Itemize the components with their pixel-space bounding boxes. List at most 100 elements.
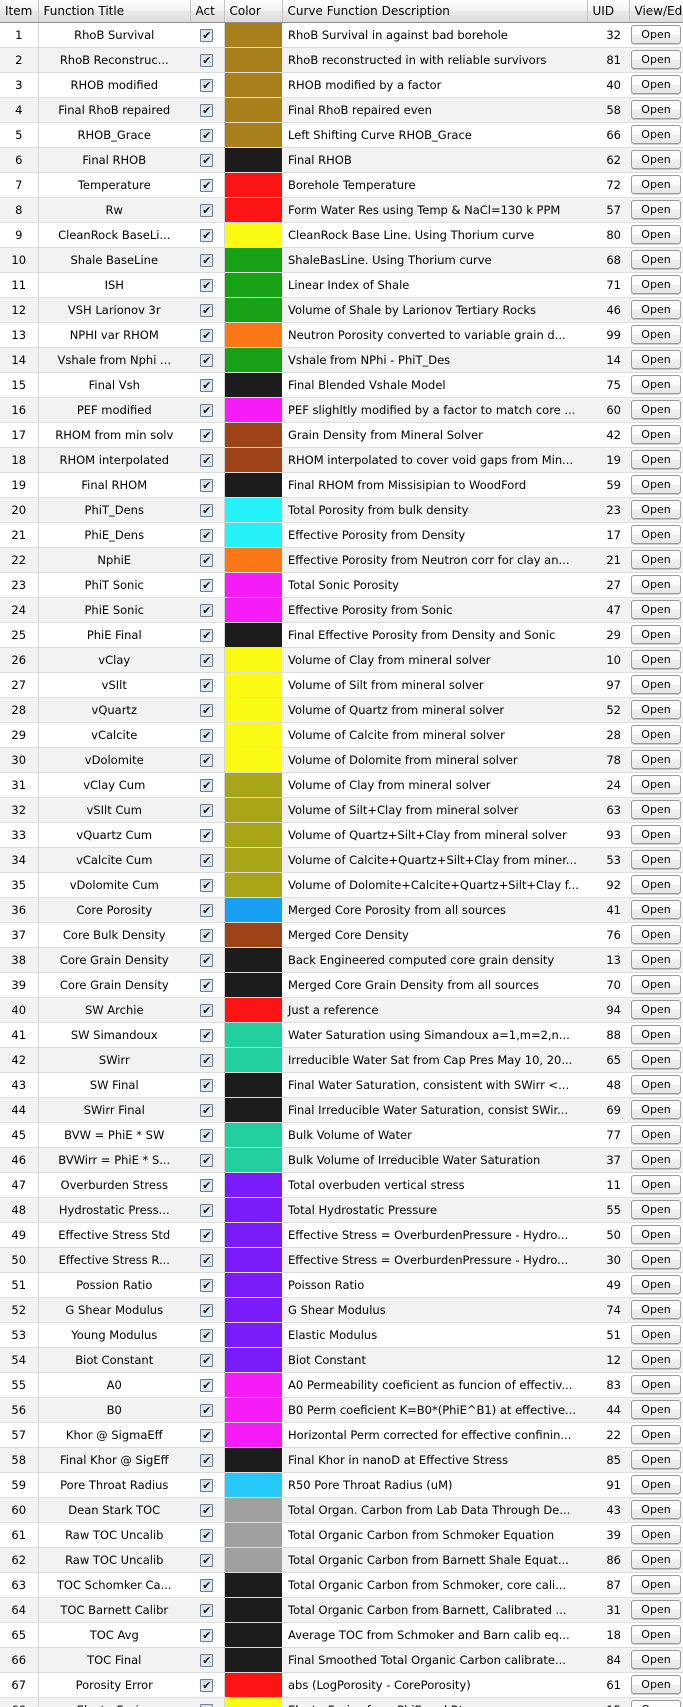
cell-color[interactable] (224, 1597, 282, 1623)
cell-color[interactable] (224, 1497, 282, 1523)
table-row[interactable]: 52G Shear ModulusG Shear Modulus74Open (0, 1297, 683, 1323)
color-swatch[interactable] (224, 822, 282, 846)
color-swatch[interactable] (224, 1272, 282, 1296)
cell-act[interactable] (190, 1672, 225, 1698)
cell-color[interactable] (224, 172, 282, 198)
color-swatch[interactable] (224, 147, 282, 171)
cell-color[interactable] (224, 722, 282, 748)
cell-act[interactable] (190, 222, 225, 248)
color-swatch[interactable] (224, 1097, 282, 1121)
table-row[interactable]: 63TOC Schomker Ca... Total Organic Carbon… (0, 1572, 683, 1598)
color-swatch[interactable] (224, 1447, 282, 1471)
color-swatch[interactable] (224, 372, 282, 396)
checkmark-icon[interactable] (200, 1103, 214, 1117)
cell-color[interactable] (224, 447, 282, 473)
cell-act[interactable] (190, 1247, 225, 1273)
cell-color[interactable] (224, 97, 282, 123)
color-swatch[interactable] (224, 847, 282, 871)
cell-color[interactable] (224, 22, 282, 48)
open-button[interactable]: Open (631, 300, 681, 319)
table-row[interactable]: 6Final RHOBFinal RHOB62Open (0, 147, 683, 173)
cell-act[interactable] (190, 1122, 225, 1148)
color-swatch[interactable] (224, 672, 282, 696)
cell-color[interactable] (224, 297, 282, 323)
checkmark-icon[interactable] (200, 53, 214, 67)
color-swatch[interactable] (224, 647, 282, 671)
table-row[interactable]: 50Effective Stress R... Effective Stress … (0, 1247, 683, 1273)
cell-act[interactable] (190, 1572, 225, 1598)
open-button[interactable]: Open (631, 1000, 681, 1019)
open-button[interactable]: Open (631, 975, 681, 994)
color-swatch[interactable] (224, 522, 282, 546)
open-button[interactable]: Open (631, 600, 681, 619)
checkmark-icon[interactable] (200, 1403, 214, 1417)
open-button[interactable]: Open (631, 1325, 681, 1344)
table-row[interactable]: 51Possion Ratio Poisson Ratio49Open (0, 1272, 683, 1298)
table-row[interactable]: 42SWirr Irreducible Water Sat from Cap Pr… (0, 1047, 683, 1073)
cell-color[interactable] (224, 222, 282, 248)
table-row[interactable]: 48Hydrostatic Press... Total Hydrostatic … (0, 1197, 683, 1223)
color-swatch[interactable] (224, 347, 282, 371)
color-swatch[interactable] (224, 1422, 282, 1446)
open-button[interactable]: Open (631, 1675, 681, 1694)
cell-act[interactable] (190, 997, 225, 1023)
color-swatch[interactable] (224, 1397, 282, 1421)
cell-color[interactable] (224, 347, 282, 373)
color-swatch[interactable] (224, 397, 282, 421)
open-button[interactable]: Open (631, 1650, 681, 1669)
cell-act[interactable] (190, 72, 225, 98)
checkmark-icon[interactable] (200, 78, 214, 92)
open-button[interactable]: Open (631, 1200, 681, 1219)
table-row[interactable]: 19Final RHOM Final RHOM from Missisipian … (0, 472, 683, 498)
color-swatch[interactable] (224, 947, 282, 971)
cell-act[interactable] (190, 672, 225, 698)
column-header-view-edit[interactable]: View/Edit (629, 0, 683, 23)
checkmark-icon[interactable] (200, 878, 214, 892)
checkmark-icon[interactable] (200, 1028, 214, 1042)
table-row[interactable]: 5RHOB_Grace Left Shifting Curve RHOB_Grac… (0, 122, 683, 148)
color-swatch[interactable] (224, 422, 282, 446)
cell-color[interactable] (224, 1622, 282, 1648)
open-button[interactable]: Open (631, 1300, 681, 1319)
open-button[interactable]: Open (631, 750, 681, 769)
color-swatch[interactable] (224, 1022, 282, 1046)
color-swatch[interactable] (224, 1047, 282, 1071)
cell-act[interactable] (190, 897, 225, 923)
cell-color[interactable] (224, 1472, 282, 1498)
color-swatch[interactable] (224, 222, 282, 246)
cell-color[interactable] (224, 797, 282, 823)
cell-act[interactable] (190, 372, 225, 398)
open-button[interactable]: Open (631, 1025, 681, 1044)
checkmark-icon[interactable] (200, 103, 214, 117)
cell-color[interactable] (224, 1072, 282, 1098)
checkmark-icon[interactable] (200, 978, 214, 992)
open-button[interactable]: Open (631, 350, 681, 369)
open-button[interactable]: Open (631, 625, 681, 644)
checkmark-icon[interactable] (200, 28, 214, 42)
cell-color[interactable] (224, 772, 282, 798)
table-row[interactable]: 58Final Khor @ SigEff Final Khor in nanoD… (0, 1447, 683, 1473)
open-button[interactable]: Open (631, 1600, 681, 1619)
cell-color[interactable] (224, 197, 282, 223)
cell-act[interactable] (190, 197, 225, 223)
checkmark-icon[interactable] (200, 453, 214, 467)
open-button[interactable]: Open (631, 1225, 681, 1244)
checkmark-icon[interactable] (200, 753, 214, 767)
open-button[interactable]: Open (631, 925, 681, 944)
cell-act[interactable] (190, 822, 225, 848)
checkmark-icon[interactable] (200, 253, 214, 267)
cell-act[interactable] (190, 1447, 225, 1473)
color-swatch[interactable] (224, 297, 282, 321)
color-swatch[interactable] (224, 1172, 282, 1196)
cell-act[interactable] (190, 22, 225, 48)
checkmark-icon[interactable] (200, 1453, 214, 1467)
table-row[interactable]: 43SW Final Final Water Saturation, consis… (0, 1072, 683, 1098)
column-header-item[interactable]: Item (0, 0, 39, 23)
cell-color[interactable] (224, 972, 282, 998)
checkmark-icon[interactable] (200, 1303, 214, 1317)
cell-color[interactable] (224, 547, 282, 573)
open-button[interactable]: Open (631, 1100, 681, 1119)
cell-color[interactable] (224, 497, 282, 523)
table-row[interactable]: 7Temperature Borehole Temperature72Open (0, 172, 683, 198)
checkmark-icon[interactable] (200, 278, 214, 292)
